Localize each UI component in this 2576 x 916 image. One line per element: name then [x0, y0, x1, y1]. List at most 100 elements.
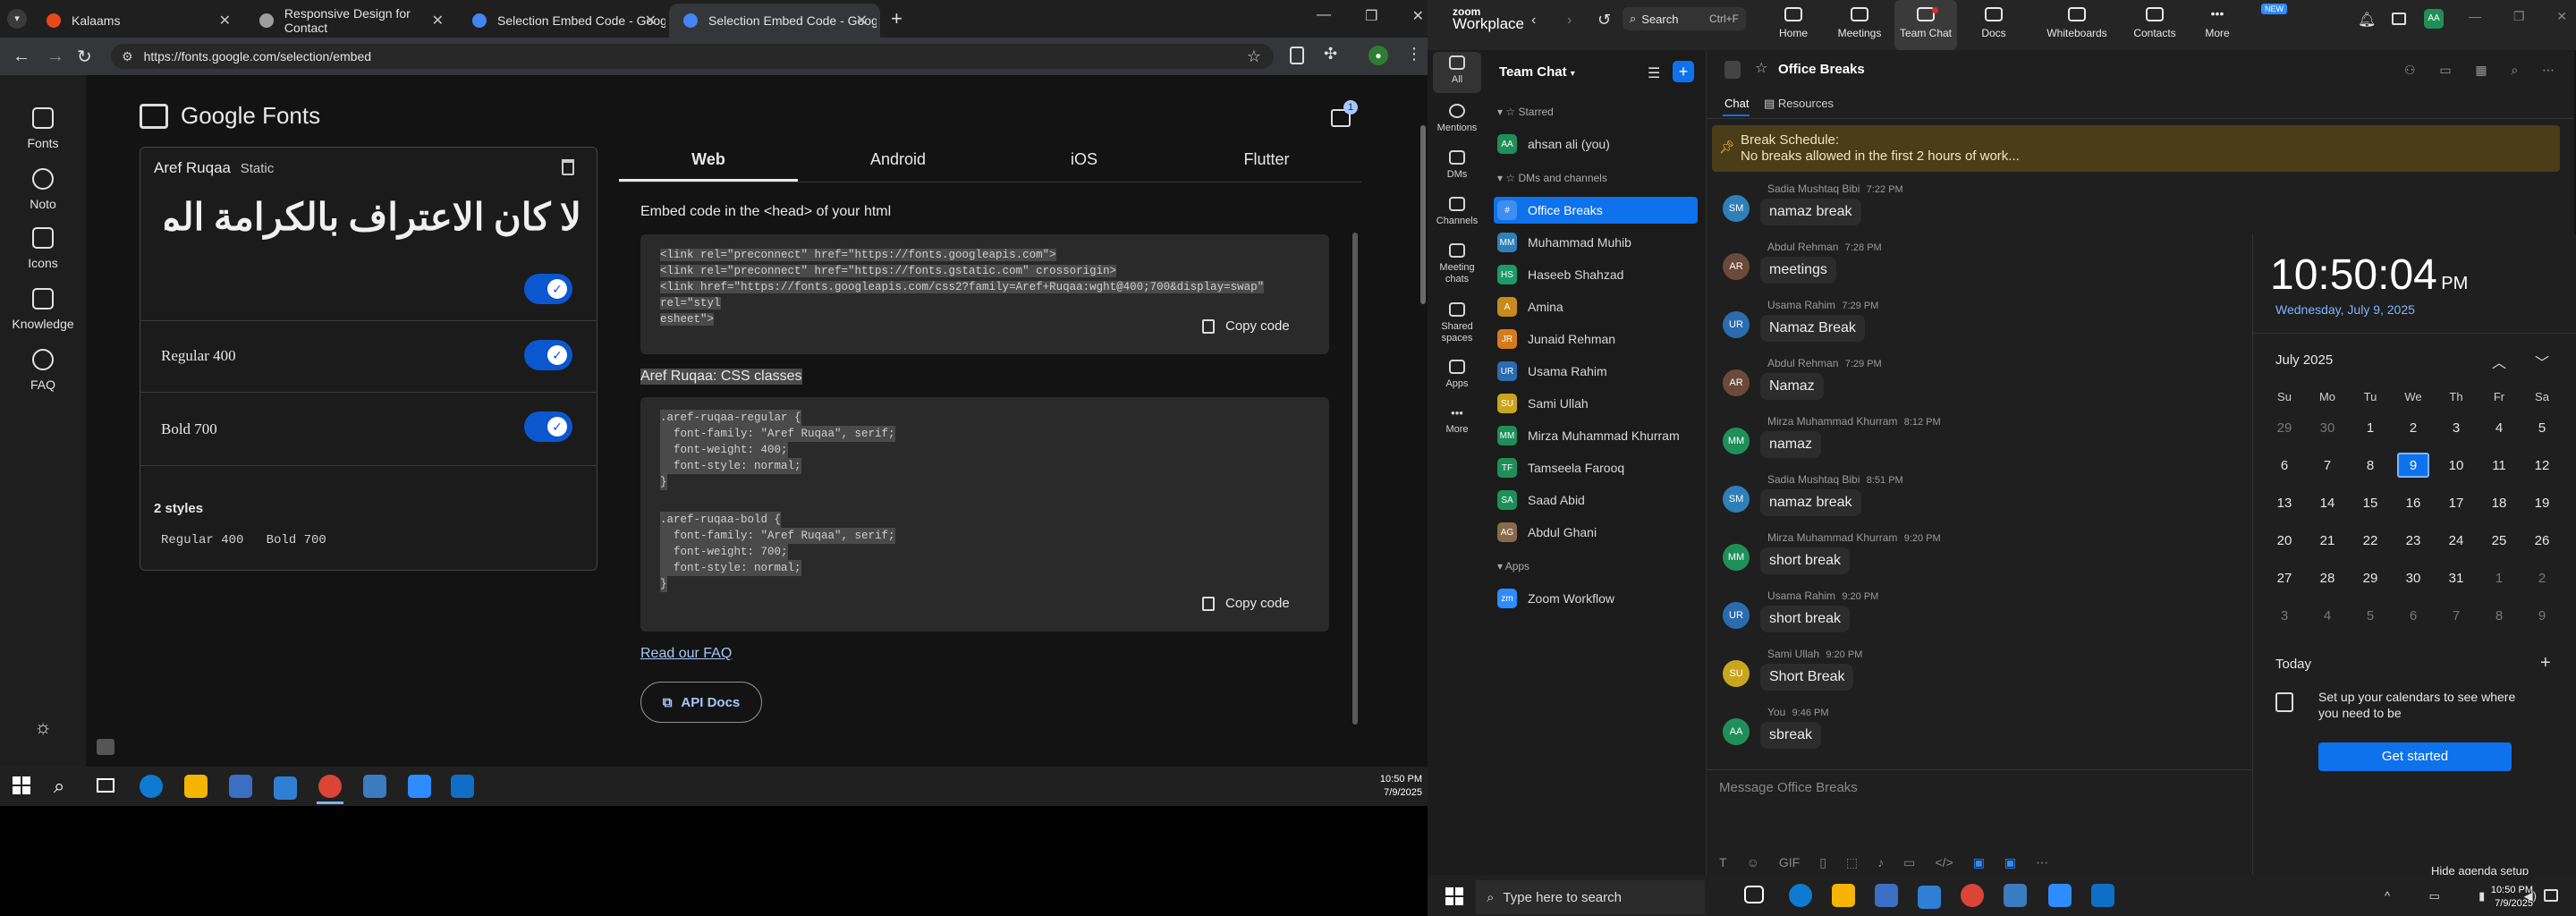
start-icon[interactable] [13, 776, 30, 794]
calendar-day[interactable]: 18 [2483, 490, 2515, 515]
rail-fonts[interactable]: Fonts [0, 107, 86, 150]
calendar-day[interactable]: 4 [2311, 603, 2343, 628]
message-bubble[interactable]: namaz break [1760, 489, 1861, 516]
file-explorer-icon[interactable] [184, 775, 208, 798]
list-item-contact[interactable]: SU Sami Ullah [1497, 390, 1698, 417]
avatar[interactable]: SM [1723, 486, 1750, 513]
bookmark-star-icon[interactable]: ☆ [1247, 47, 1261, 66]
list-item-contact[interactable]: UR Usama Rahim [1497, 358, 1698, 385]
filter-icon[interactable]: ☰ [1648, 64, 1660, 82]
tab-responsive-design[interactable]: Responsive Design for Contact ✕ [245, 4, 456, 38]
copy-embed-button[interactable]: Copy code [1202, 318, 1290, 334]
list-item-contact[interactable]: SA Saad Abid [1497, 487, 1698, 513]
remove-family-icon[interactable] [562, 159, 574, 175]
tab-web[interactable]: Web [619, 150, 798, 169]
theme-toggle-icon[interactable]: ☼ [34, 716, 52, 739]
inner-scrollbar[interactable] [1352, 233, 1358, 725]
avatar[interactable]: AR [1723, 369, 1750, 396]
calendar-day[interactable]: 30 [2311, 415, 2343, 440]
calendar-day[interactable]: 4 [2483, 415, 2515, 440]
list-item-contact[interactable]: MM Muhammad Muhib [1497, 229, 1698, 256]
address-bar[interactable]: ⚙ https://fonts.google.com/selection/emb… [111, 44, 1274, 69]
message-input[interactable]: Message Office Breaks [1719, 780, 1858, 795]
emoji-icon[interactable]: ☺ [1747, 855, 1759, 870]
top-tab-team-chat[interactable]: Team Chat [1894, 0, 1957, 50]
video-call-icon[interactable]: ▭ [2439, 63, 2451, 78]
message-bubble[interactable]: short break [1760, 547, 1851, 574]
nav-dms[interactable]: DMs [1428, 150, 1487, 180]
close-window-icon[interactable]: ✕ [2556, 9, 2567, 24]
app-action-icon[interactable]: ▣ [1973, 855, 1985, 870]
rail-noto[interactable]: Noto [0, 168, 86, 211]
mail-icon[interactable] [1918, 886, 1941, 909]
calendar-day[interactable]: 17 [2440, 490, 2472, 515]
calendar-day[interactable]: 1 [2483, 565, 2515, 590]
browser-menu-icon[interactable]: ⋮ [1406, 45, 1422, 64]
style-bold-toggle[interactable]: ✓ [524, 411, 572, 442]
nav-apps[interactable]: Apps [1428, 360, 1487, 389]
embed-code[interactable]: <link rel="preconnect" href="https://fon… [660, 247, 1313, 327]
store-icon[interactable] [229, 775, 252, 798]
vscode-icon[interactable] [451, 775, 474, 798]
taskbar-search[interactable]: ⌕ Type here to search [1476, 880, 1705, 914]
nav-mentions[interactable]: Mentions [1428, 104, 1487, 133]
tab-flutter[interactable]: Flutter [1177, 150, 1356, 169]
tab-android[interactable]: Android [809, 150, 987, 169]
new-tab-button[interactable]: + [891, 7, 902, 30]
prev-month-icon[interactable]: ︿ [2492, 351, 2506, 372]
list-item-self[interactable]: AA ahsan ali (you) [1497, 131, 1698, 157]
avatar[interactable]: MM [1723, 428, 1750, 454]
chrome-icon[interactable] [318, 775, 342, 798]
panel-title[interactable]: Team Chat ▾ [1499, 64, 1575, 80]
top-tab-meetings[interactable]: Meetings [1828, 7, 1891, 39]
avatar[interactable]: UR [1723, 602, 1750, 629]
calendar-day[interactable]: 14 [2311, 490, 2343, 515]
calendar-day[interactable]: 24 [2440, 528, 2472, 553]
faq-link[interactable]: Read our FAQ [640, 646, 732, 662]
calendar-day[interactable]: 15 [2354, 490, 2386, 515]
zoom-icon[interactable] [2048, 884, 2072, 907]
top-tab-docs[interactable]: Docs [1962, 7, 2025, 39]
style-regular-toggle[interactable]: ✓ [524, 340, 572, 370]
edge-icon[interactable] [1789, 884, 1812, 907]
maximize-icon[interactable]: ❐ [1365, 7, 1377, 25]
rail-knowledge[interactable]: Knowledge [0, 288, 86, 331]
calendar-day[interactable]: 9 [2526, 603, 2558, 628]
calendar-day[interactable]: 10 [2440, 453, 2472, 478]
list-item-contact[interactable]: HS Haseeb Shahzad [1497, 261, 1698, 288]
calendar-day[interactable]: 21 [2311, 528, 2343, 553]
network-icon[interactable]: ▭ [2428, 889, 2439, 903]
zoom-icon[interactable] [408, 775, 431, 798]
history-icon[interactable]: ↺ [1597, 11, 1611, 30]
new-chat-button[interactable]: + [1673, 61, 1694, 82]
minimize-icon[interactable]: — [1317, 7, 1331, 25]
taskbar-clock[interactable]: 10:50 PM 7/9/2025 [1368, 773, 1422, 800]
apps-section[interactable]: ▾ Apps [1497, 560, 1530, 572]
list-item-zoom-workflow[interactable]: zm Zoom Workflow [1497, 585, 1698, 612]
rail-icons[interactable]: Icons [0, 227, 86, 270]
calendar-day[interactable]: 1 [2354, 415, 2386, 440]
calendar-day[interactable]: 2 [2526, 565, 2558, 590]
calendar-day[interactable]: 28 [2311, 565, 2343, 590]
close-icon[interactable]: ✕ [856, 12, 868, 30]
top-tab-whiteboards[interactable]: Whiteboards [2039, 7, 2114, 39]
extension-icon[interactable] [1290, 47, 1304, 64]
sample-toggle[interactable]: ✓ [524, 274, 572, 304]
avatar[interactable]: AR [1723, 253, 1750, 280]
more-icon[interactable]: ⋯ [2036, 855, 2048, 870]
calendar-day[interactable]: 27 [2268, 565, 2301, 590]
message-bubble[interactable]: sbreak [1760, 722, 1822, 749]
nav-all[interactable]: All [1428, 55, 1487, 85]
calendar-day[interactable]: 6 [2397, 603, 2429, 628]
nav-meeting-chats[interactable]: Meeting chats [1428, 243, 1487, 285]
extensions-puzzle-icon[interactable]: ✣ [1324, 45, 1337, 64]
calendar-day[interactable]: 3 [2440, 415, 2472, 440]
next-month-icon[interactable]: ﹀ [2535, 351, 2549, 372]
chevron-up-icon[interactable]: ^ [2385, 889, 2390, 903]
list-item-contact[interactable]: A Amina [1497, 293, 1698, 320]
list-item-contact[interactable]: MM Mirza Muhammad Khurram [1497, 422, 1698, 449]
calendar-day[interactable]: 23 [2397, 528, 2429, 553]
avatar[interactable]: SU [1723, 660, 1750, 687]
calendar-day[interactable]: 8 [2483, 603, 2515, 628]
nav-more[interactable]: ••• More [1428, 406, 1487, 435]
